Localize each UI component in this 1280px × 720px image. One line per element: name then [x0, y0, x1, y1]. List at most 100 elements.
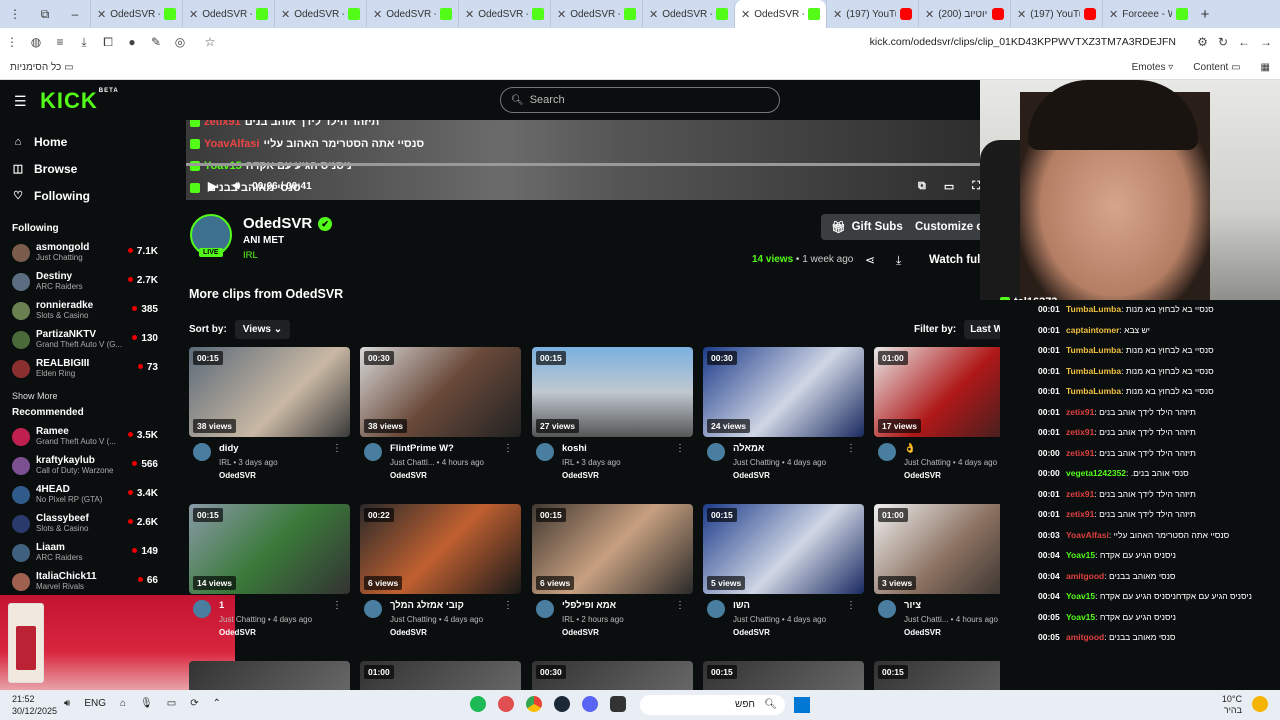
share-icon[interactable]: ⋖ [865, 253, 875, 267]
chat-username[interactable]: zetix91 [1066, 509, 1094, 519]
clip-card[interactable]: 00:22 6 views קובי אמזלג המלך Just Chatting… [360, 504, 521, 644]
browser-tab[interactable]: ✕ Forceee - W [1102, 0, 1194, 28]
chat-username[interactable]: zetix91 [1066, 448, 1094, 458]
chat-username[interactable]: zetix91 [1066, 407, 1094, 417]
pip-icon[interactable]: ⧉ [918, 180, 926, 193]
chat-username[interactable]: TumbaLumba [1066, 304, 1121, 314]
clip-title[interactable]: השו [733, 600, 843, 611]
more-options-icon[interactable]: ⋮ [332, 443, 342, 454]
clip-thumbnail[interactable]: 00:30 38 views [360, 347, 521, 437]
channel-name[interactable]: OdedSVR ✔ [243, 215, 333, 232]
clip-card[interactable]: 00:15 38 views didy IRL • 3 days ago OdedSVR… [189, 347, 350, 487]
clip-channel-avatar[interactable] [878, 443, 896, 461]
close-tab-icon[interactable]: ✕ [281, 8, 290, 21]
window-menu-icon[interactable]: ⋮ [0, 7, 30, 21]
new-tab-button[interactable]: + [1194, 6, 1216, 23]
close-tab-icon[interactable]: ✕ [373, 8, 382, 21]
chat-username[interactable]: amitgood [1066, 571, 1104, 581]
all-bookmarks[interactable]: כל הסימניות ▭ [10, 62, 74, 73]
clip-thumbnail[interactable]: 00:22 6 views [360, 504, 521, 594]
sidebar-channel-recommended[interactable]: ItaliaChick11 Marvel Rivals 66 [0, 567, 170, 596]
clip-channel-avatar[interactable] [536, 600, 554, 618]
sidebar-channel-following[interactable]: REALBIGIII Elden Ring 73 [0, 354, 170, 383]
clip-thumbnail[interactable]: 00:30 [532, 661, 693, 690]
clip-card[interactable] [189, 661, 350, 690]
close-tab-icon[interactable]: ✕ [465, 8, 474, 21]
close-tab-icon[interactable]: ✕ [741, 8, 750, 21]
clip-title[interactable]: ציור [904, 600, 1014, 611]
hamburger-menu-icon[interactable]: ☰ [14, 93, 27, 110]
chat-username[interactable]: vegeta1242352 [1066, 468, 1126, 478]
clip-channel[interactable]: OdedSVR [904, 471, 941, 480]
clip-channel[interactable]: OdedSVR [219, 628, 256, 637]
clip-channel-avatar[interactable] [536, 443, 554, 461]
sidebar-channel-following[interactable]: Destiny ARC Raiders 2.7K [0, 267, 170, 296]
steam-icon[interactable] [554, 696, 570, 712]
gift-subs-button[interactable]: 🎁︎ Gift Subs [821, 214, 913, 240]
chat-username[interactable]: captaintomer [1066, 325, 1119, 335]
browser-tab[interactable]: ✕ (197) YouTu [826, 0, 918, 28]
play-icon[interactable]: ▶ [208, 179, 217, 193]
close-tab-icon[interactable]: ✕ [833, 8, 842, 21]
clip-channel[interactable]: OdedSVR [562, 471, 599, 480]
browser-tab[interactable]: ✕ OdedSVR - [458, 0, 550, 28]
extension-icon-4[interactable]: ◎ [168, 35, 192, 49]
clip-thumbnail[interactable]: 00:15 38 views [189, 347, 350, 437]
customize-clip-button[interactable]: Customize cl [905, 214, 980, 240]
clip-thumbnail[interactable]: 00:15 5 views [703, 504, 864, 594]
clip-card[interactable]: 00:30 [532, 661, 693, 690]
clip-channel[interactable]: OdedSVR [904, 628, 941, 637]
bookmark-star-icon[interactable]: ☆ [198, 35, 222, 49]
close-tab-icon[interactable]: ✕ [649, 8, 658, 21]
browser-tab[interactable]: ✕ OdedSVR - [274, 0, 366, 28]
sort-dropdown[interactable]: Views ⌄ [234, 320, 291, 339]
clip-channel[interactable]: OdedSVR [733, 628, 770, 637]
close-tab-icon[interactable]: ✕ [97, 8, 106, 21]
clip-channel-avatar[interactable] [364, 600, 382, 618]
download-clip-icon[interactable]: ⤓ [896, 253, 901, 268]
forward-icon[interactable]: → [1260, 35, 1272, 49]
clip-card[interactable]: 00:30 24 views אמאלה Just Chatting • 4 days… [703, 347, 864, 487]
close-tab-icon[interactable]: ✕ [557, 8, 566, 21]
chat-username[interactable]: TumbaLumba [1066, 345, 1121, 355]
clip-channel[interactable]: OdedSVR [562, 628, 599, 637]
bookmark-emotes[interactable]: Emotes ▿ [1132, 62, 1174, 73]
more-options-icon[interactable]: ⋮ [503, 443, 513, 454]
watch-full-button[interactable]: Watch ful [919, 247, 980, 273]
close-tab-icon[interactable]: ✕ [1017, 8, 1026, 21]
browser-tab[interactable]: ✕ OdedSVR - [366, 0, 458, 28]
more-options-icon[interactable]: ⋮ [846, 600, 856, 611]
clip-channel[interactable]: OdedSVR [219, 471, 256, 480]
browser-tab[interactable]: ✕ (200) יוטיוב [918, 0, 1010, 28]
fullscreen-icon[interactable]: ⛶ [972, 180, 980, 193]
close-tab-icon[interactable]: ✕ [189, 8, 198, 21]
chat-username[interactable]: zetix91 [1066, 489, 1094, 499]
browser-tab[interactable]: ✕ OdedSVR - [90, 0, 182, 28]
chat-username[interactable]: Yoav15 [1066, 612, 1095, 622]
battery-icon[interactable]: ▭ [167, 698, 176, 709]
clip-thumbnail[interactable]: 00:15 14 views [189, 504, 350, 594]
clip-title[interactable]: 👌 [904, 443, 1014, 454]
url-field[interactable]: kick.com/odedsvr/clips/clip_01KD43KPPWVT… [870, 36, 1176, 48]
clip-title[interactable]: didy [219, 443, 329, 454]
clip-channel-avatar[interactable] [193, 600, 211, 618]
sidebar-channel-following[interactable]: ronnieradke Slots & Casino 385 [0, 296, 170, 325]
site-settings-icon[interactable]: ⚙ [1197, 35, 1208, 49]
windows-start-icon[interactable] [794, 697, 810, 713]
tray-expand-icon[interactable]: ⌃ [213, 698, 221, 709]
sidebar-item-home[interactable]: ⌂ Home [0, 128, 170, 155]
more-options-icon[interactable]: ⋮ [675, 443, 685, 454]
clip-title[interactable]: FlintPrime W? [390, 443, 500, 454]
clip-thumbnail[interactable] [189, 661, 350, 690]
download-icon[interactable]: ⤓ [72, 35, 96, 50]
more-options-icon[interactable]: ⋮ [503, 600, 513, 611]
close-tab-icon[interactable]: ✕ [1109, 8, 1118, 21]
browser-tab[interactable]: ✕ OdedSVR - [642, 0, 734, 28]
puzzle-icon[interactable]: ⧠ [96, 35, 120, 50]
clip-card[interactable]: 00:15 [703, 661, 864, 690]
clip-channel[interactable]: OdedSVR [733, 471, 770, 480]
clip-card[interactable]: 01:00 [360, 661, 521, 690]
bookmark-content[interactable]: Content ▭ [1193, 62, 1240, 73]
chat-username[interactable]: Yoav15 [1066, 591, 1095, 601]
clip-channel-avatar[interactable] [193, 443, 211, 461]
